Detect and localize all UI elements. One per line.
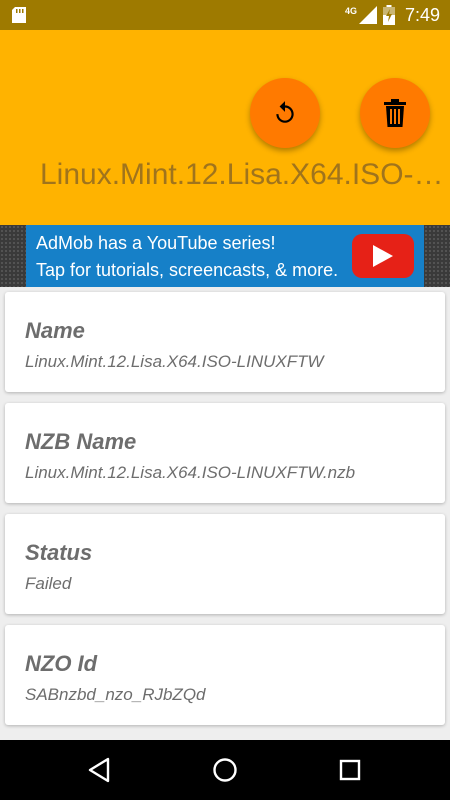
youtube-play-icon (373, 245, 393, 267)
home-icon[interactable] (211, 756, 239, 784)
recents-icon[interactable] (336, 756, 364, 784)
battery-icon (382, 5, 395, 25)
ad-subtext: Tap for tutorials, screencasts, & more. (36, 260, 339, 280)
detail-value: Linux.Mint.12.Lisa.X64.ISO-LINUXFTW.nzb (25, 463, 356, 482)
detail-card-nzo-id: NZO Id SABnzbd_nzo_RJbZQd (5, 625, 445, 725)
refresh-icon (276, 101, 294, 123)
detail-label: NZB Name (25, 429, 137, 454)
ad-banner[interactable]: AdMob has a YouTube series! Tap for tuto… (0, 225, 450, 287)
network-type-label: 4G (344, 6, 357, 16)
page-title: Linux.Mint.12.Lisa.X64.ISO-LINUXFTW (40, 158, 450, 191)
youtube-play-button[interactable] (352, 234, 414, 278)
signal-icon (358, 6, 377, 24)
detail-card-name: Name Linux.Mint.12.Lisa.X64.ISO-LINUXFTW (5, 292, 445, 392)
detail-value: Linux.Mint.12.Lisa.X64.ISO-LINUXFTW (25, 352, 324, 371)
detail-value: SABnzbd_nzo_RJbZQd (25, 685, 206, 704)
detail-label: Status (25, 540, 93, 565)
back-icon[interactable] (86, 756, 114, 784)
detail-value: Failed (25, 574, 72, 593)
status-bar: 4G 7:49 (0, 0, 450, 30)
delete-icon (384, 99, 406, 127)
app-header: Linux.Mint.12.Lisa.X64.ISO-LINUXFTW (0, 30, 450, 225)
ad-headline: AdMob has a YouTube series! (36, 233, 276, 253)
detail-label: NZO Id (25, 651, 98, 676)
delete-button[interactable] (360, 78, 430, 148)
detail-card-status: Status Failed (5, 514, 445, 614)
clock: 7:49 (404, 4, 440, 25)
ad-content[interactable]: AdMob has a YouTube series! Tap for tuto… (26, 225, 424, 287)
detail-label: Name (25, 318, 85, 343)
refresh-button[interactable] (250, 78, 320, 148)
sd-card-icon (12, 7, 26, 23)
detail-card-nzb-name: NZB Name Linux.Mint.12.Lisa.X64.ISO-LINU… (5, 403, 445, 503)
navigation-bar (0, 740, 450, 800)
